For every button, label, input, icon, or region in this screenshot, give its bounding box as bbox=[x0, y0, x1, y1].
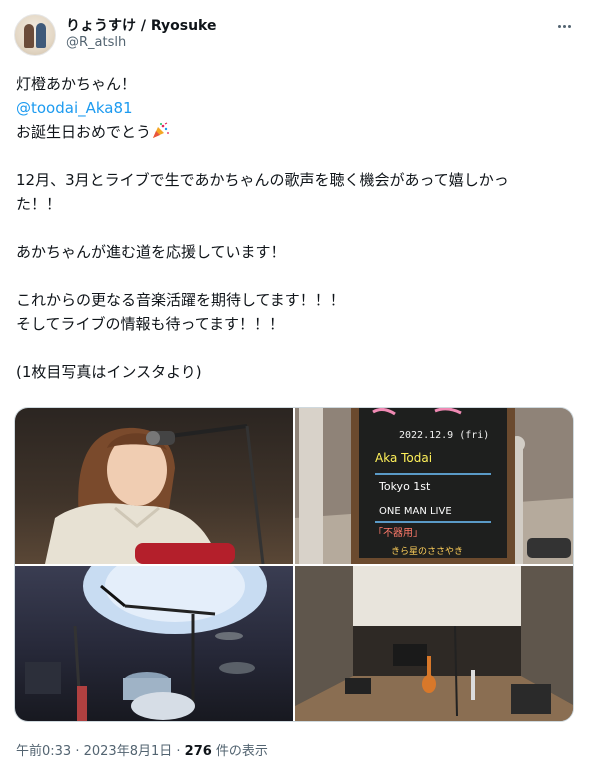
photo-singer[interactable] bbox=[15, 408, 293, 564]
tweet-meta: 午前0:33 · 2023年8月1日 · 276 件の表示 bbox=[16, 740, 268, 759]
tweet-line: お誕生日おめでとう bbox=[16, 123, 152, 141]
tweet-line: これからの更なる音楽活躍を期待してます！！！ bbox=[16, 291, 345, 309]
photo-chalkboard[interactable]: 2022.12.9 (fri) Aka Todai Tokyo 1st ONE … bbox=[295, 408, 573, 564]
chalkboard-illustration: 2022.12.9 (fri) Aka Todai Tokyo 1st ONE … bbox=[295, 408, 573, 564]
mention-link[interactable]: @toodai_Aka81 bbox=[16, 99, 133, 117]
tweet-line: 12月、3月とライブで生であかちゃんの歌声を聴く機会があって嬉しかっ bbox=[16, 171, 509, 189]
photo-empty-hall[interactable] bbox=[295, 566, 573, 721]
user-handle[interactable]: @R_atslh bbox=[66, 35, 126, 50]
separator: · bbox=[172, 744, 185, 759]
photo-stage-drums[interactable] bbox=[15, 566, 293, 721]
board-song: 「不器用」 bbox=[373, 527, 423, 539]
tweet-header: りょうすけ / Ryosuke @R_atslh bbox=[14, 12, 580, 56]
media-grid: 2022.12.9 (fri) Aka Todai Tokyo 1st ONE … bbox=[14, 407, 574, 722]
view-count: 276 bbox=[184, 744, 212, 759]
tweet-line: そしてライブの情報も待ってます！！！ bbox=[16, 315, 285, 333]
avatar-figure bbox=[36, 23, 46, 48]
tweet-line: あかちゃんが進む道を応援しています！ bbox=[16, 243, 286, 261]
board-subtitle: きら星のささやき bbox=[391, 546, 463, 557]
party-popper-icon bbox=[153, 122, 170, 138]
singer-illustration bbox=[45, 424, 265, 564]
board-event: ONE MAN LIVE bbox=[379, 506, 452, 517]
view-label: 件の表示 bbox=[211, 744, 268, 759]
tweet-date[interactable]: 2023年8月1日 bbox=[84, 744, 173, 759]
stage-illustration bbox=[25, 566, 267, 721]
avatar[interactable] bbox=[14, 14, 56, 56]
display-name[interactable]: りょうすけ / Ryosuke bbox=[66, 15, 217, 35]
avatar-figure bbox=[24, 24, 34, 48]
board-date: 2022.12.9 (fri) bbox=[399, 430, 489, 441]
tweet-time[interactable]: 午前0:33 bbox=[16, 744, 71, 759]
tweet-line: た！！ bbox=[16, 195, 62, 213]
hall-illustration bbox=[295, 566, 573, 721]
tweet-line: 灯橙あかちゃん！ bbox=[16, 75, 137, 93]
tweet-line: (1枚目写真はインスタより) bbox=[16, 363, 202, 381]
more-icon[interactable] bbox=[552, 16, 576, 36]
board-artist: Aka Todai bbox=[375, 451, 432, 465]
board-tour: Tokyo 1st bbox=[378, 480, 431, 493]
separator: · bbox=[71, 744, 84, 759]
tweet-text: 灯橙あかちゃん！ @toodai_Aka81 お誕生日おめでとう 12月、3月と… bbox=[16, 72, 576, 384]
